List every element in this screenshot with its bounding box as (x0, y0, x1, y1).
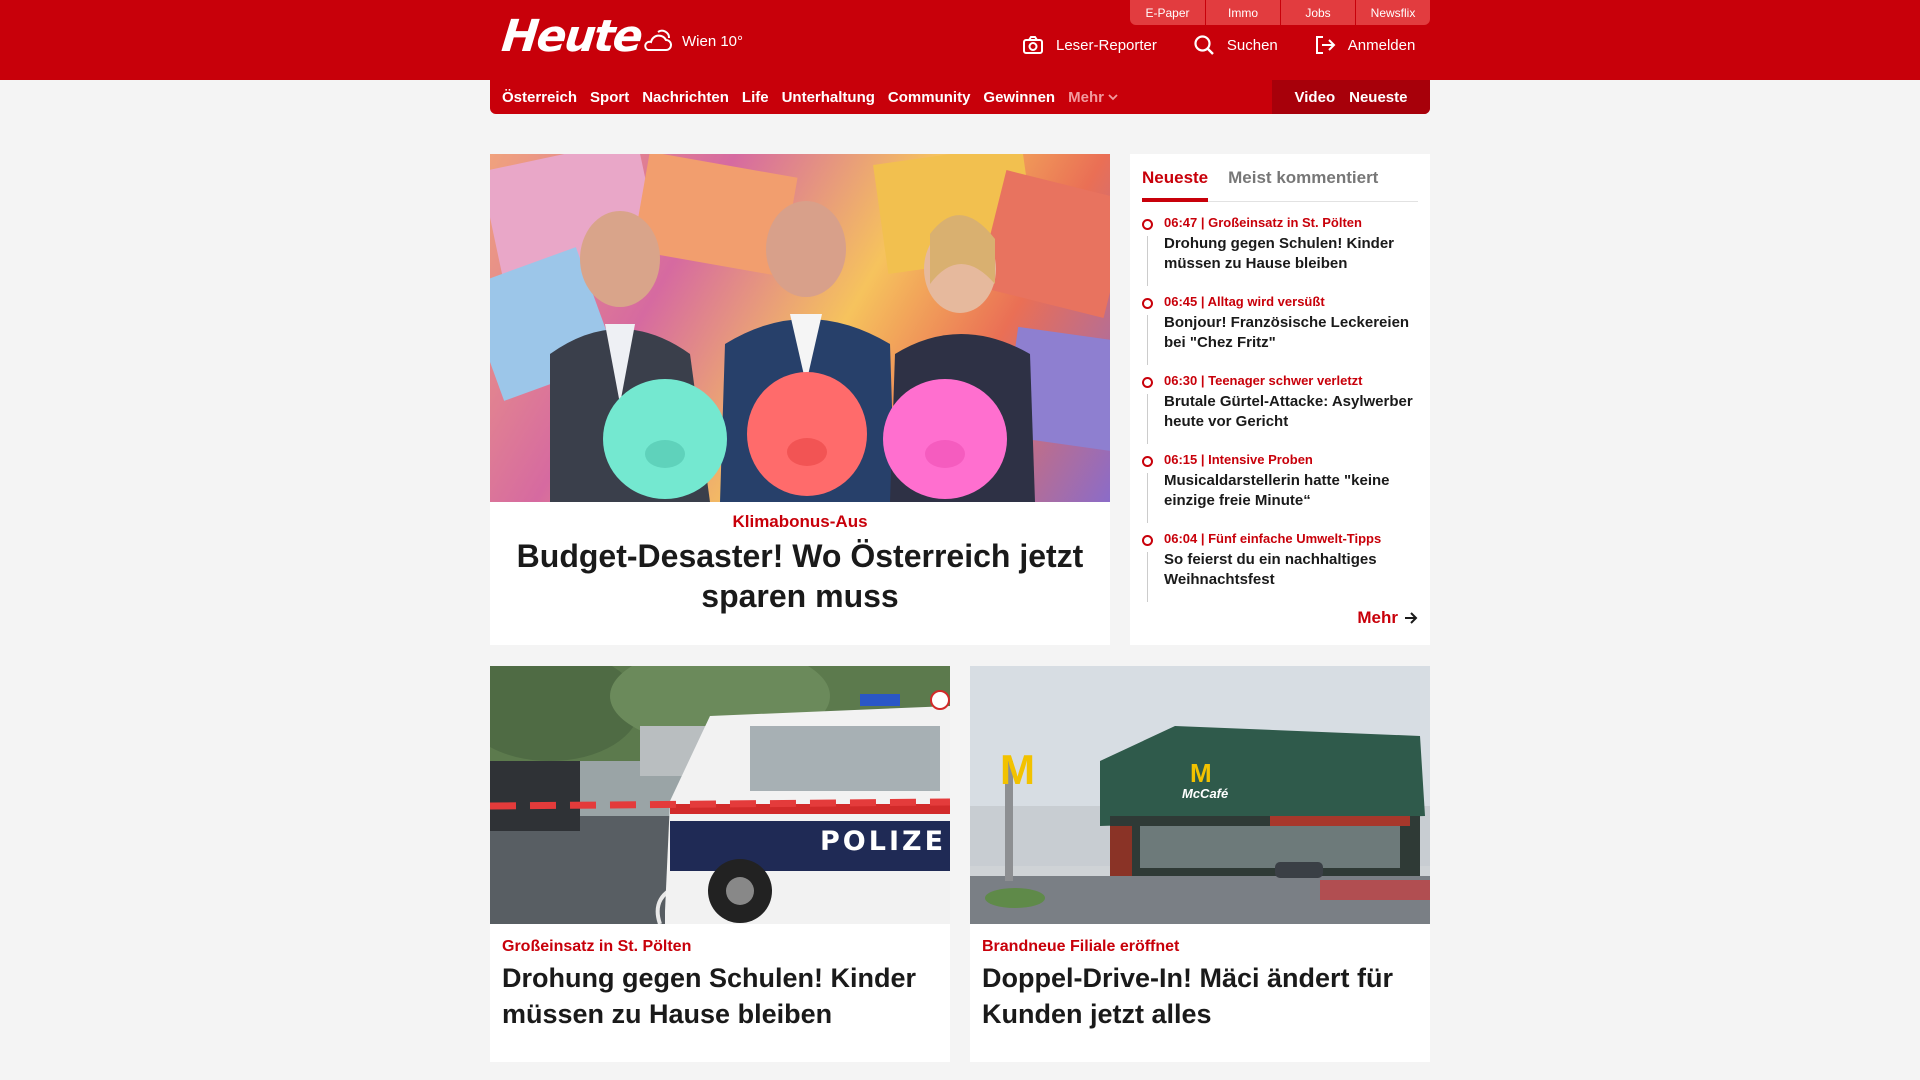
timeline-dot (1142, 377, 1153, 388)
nav-item-gewinnen[interactable]: Gewinnen (983, 89, 1055, 106)
reporter-button[interactable]: Leser-Reporter (1022, 34, 1157, 56)
site-logo[interactable]: Heute (499, 11, 643, 62)
search-label: Suchen (1226, 36, 1278, 54)
timeline-item[interactable]: 06:45 | Alltag wird versüßt Bonjour! Fra… (1142, 293, 1418, 372)
nav-item-unterhaltung[interactable]: Unterhaltung (782, 89, 875, 106)
nav-item-sport[interactable]: Sport (590, 89, 629, 106)
timeline-item[interactable]: 06:15 | Intensive Proben Musicaldarstell… (1142, 451, 1418, 530)
header-actions: Leser-Reporter Suchen Anmelden (1022, 34, 1415, 56)
login-icon (1315, 36, 1336, 54)
timeline-line (1147, 394, 1148, 444)
nav-more-dropdown[interactable]: Mehr (1068, 89, 1118, 106)
latest-news-panel: Neueste Meist kommentiert 06:47 | Großei… (1130, 154, 1430, 645)
article-card-police[interactable]: POLIZE Großeinsatz in St. Pölten Drohung… (490, 666, 950, 1062)
article-card-mcdonalds[interactable]: M M McCafé Brandneue Filiale eröffnet Do… (970, 666, 1430, 1062)
more-news-label: Mehr (1357, 608, 1398, 627)
timeline-title: Drohung gegen Schulen! Kinder müssen zu … (1164, 235, 1395, 272)
weather-widget[interactable]: Wien 10° (640, 26, 743, 56)
police-van-lettering: POLIZE (820, 826, 947, 857)
chevron-down-icon (1108, 94, 1118, 101)
search-icon (1194, 35, 1214, 55)
service-tab-jobs[interactable]: Jobs (1280, 0, 1355, 25)
timeline-line (1147, 552, 1148, 602)
timeline-dot (1142, 219, 1153, 230)
more-news-link[interactable]: Mehr (1357, 608, 1418, 628)
tab-neueste[interactable]: Neueste (1142, 162, 1209, 202)
sidebar-tabs: Neueste Meist kommentiert (1142, 162, 1418, 202)
timeline-item[interactable]: 06:30 | Teenager schwer verletzt Brutale… (1142, 372, 1418, 451)
nav-item-community[interactable]: Community (888, 89, 971, 106)
timeline-item[interactable]: 06:04 | Fünf einfache Umwelt-Tipps So fe… (1142, 530, 1418, 609)
main-nav: Österreich Sport Nachrichten Life Unterh… (490, 80, 1430, 114)
login-button[interactable]: Anmelden (1314, 34, 1416, 56)
timeline-meta: 06:04 | Fünf einfache Umwelt-Tipps (1164, 531, 1382, 546)
police-image: POLIZE (490, 666, 950, 924)
nav-more-label: Mehr (1068, 88, 1104, 106)
timeline-line (1147, 315, 1148, 365)
camera-icon (1023, 36, 1043, 54)
nav-item-neueste[interactable]: Neueste (1349, 89, 1407, 106)
service-tab-newsflix[interactable]: Newsflix (1355, 0, 1430, 25)
mccafe-sign: McCafé (1182, 786, 1229, 801)
hero-title[interactable]: Budget-Desaster! Wo Österreich jetzt spa… (500, 536, 1100, 616)
cloud-sun-icon (644, 29, 672, 51)
card-kicker: Großeinsatz in St. Pölten (502, 938, 692, 955)
restaurant-image: M M McCafé (970, 666, 1430, 924)
service-tab-epaper[interactable]: E-Paper (1130, 0, 1205, 25)
hero-kicker: Klimabonus-Aus (732, 512, 868, 531)
nav-item-life[interactable]: Life (742, 89, 769, 106)
timeline-meta: 06:47 | Großeinsatz in St. Pölten (1164, 215, 1362, 230)
login-label: Anmelden (1347, 36, 1416, 54)
service-tab-immo[interactable]: Immo (1205, 0, 1280, 25)
nav-item-nachrichten[interactable]: Nachrichten (642, 89, 729, 106)
hero-article[interactable]: Klimabonus-Aus Budget-Desaster! Wo Öster… (490, 154, 1110, 645)
timeline-dot (1142, 298, 1153, 309)
timeline-dot (1142, 456, 1153, 467)
card-title[interactable]: Doppel-Drive-In! Mäci ändert für Kunden … (982, 960, 1418, 1032)
timeline-meta: 06:15 | Intensive Proben (1164, 452, 1313, 467)
timeline-dot (1142, 535, 1153, 546)
card-title[interactable]: Drohung gegen Schulen! Kinder müssen zu … (502, 960, 938, 1032)
timeline-title: Bonjour! Französische Leckereien bei "Ch… (1164, 314, 1410, 351)
nav-right-group: Video Neueste (1272, 80, 1430, 114)
card-kicker: Brandneue Filiale eröffnet (982, 938, 1180, 955)
nav-item-oesterreich[interactable]: Österreich (502, 89, 577, 106)
arrow-right-icon (1405, 612, 1418, 624)
timeline-line (1147, 473, 1148, 523)
tab-meist-kommentiert[interactable]: Meist kommentiert (1228, 162, 1378, 201)
news-timeline: 06:47 | Großeinsatz in St. Pölten Drohun… (1142, 214, 1418, 609)
svg-text:M: M (1190, 758, 1212, 788)
search-button[interactable]: Suchen (1193, 34, 1278, 56)
nav-item-video[interactable]: Video (1295, 89, 1336, 106)
header-bar (0, 0, 1920, 80)
service-tabs: E-Paper Immo Jobs Newsflix (1130, 0, 1430, 25)
reporter-label: Leser-Reporter (1056, 36, 1157, 54)
timeline-meta: 06:45 | Alltag wird versüßt (1164, 294, 1325, 309)
hero-image (490, 154, 1110, 502)
timeline-title: Brutale Gürtel-Attacke: Asylwerber heute… (1164, 393, 1413, 430)
timeline-item[interactable]: 06:47 | Großeinsatz in St. Pölten Drohun… (1142, 214, 1418, 293)
weather-label: Wien 10° (682, 32, 744, 50)
svg-text:M: M (1000, 746, 1035, 793)
timeline-meta: 06:30 | Teenager schwer verletzt (1164, 373, 1363, 388)
timeline-line (1147, 236, 1148, 286)
timeline-title: So feierst du ein nachhaltiges Weihnacht… (1164, 551, 1377, 588)
timeline-title: Musicaldarstellerin hatte "keine einzige… (1164, 472, 1390, 509)
